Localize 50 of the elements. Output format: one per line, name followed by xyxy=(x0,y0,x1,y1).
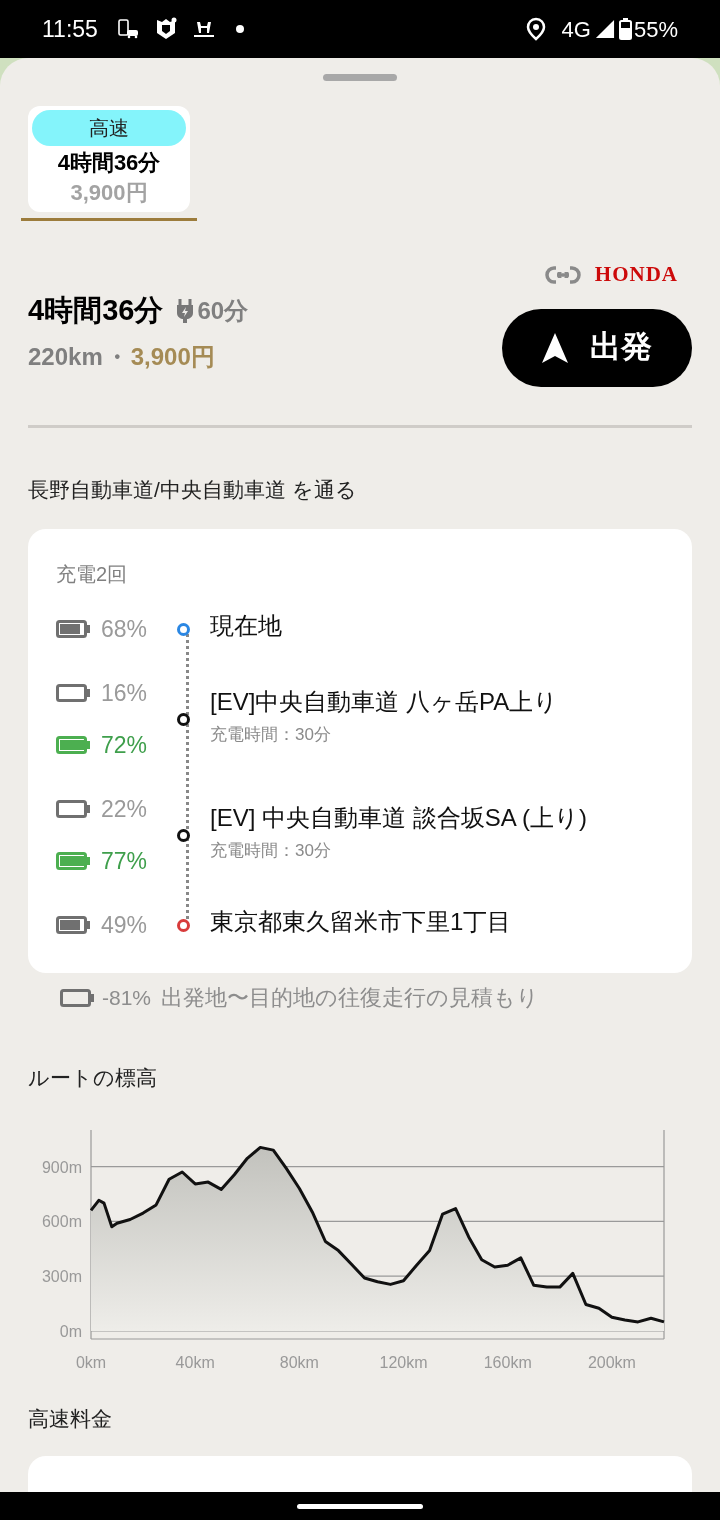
phone-car-icon xyxy=(115,17,140,41)
battery-percentage: 55% xyxy=(633,15,678,44)
brand-logo-text: HONDA xyxy=(594,261,678,288)
estimate-note: 出発地〜目的地の往復走行の見積もり xyxy=(161,984,540,1012)
link-icon xyxy=(544,264,581,285)
charging-duration: 充電時間：30分 xyxy=(210,840,332,863)
navigation-arrow-icon xyxy=(542,332,568,363)
section-heading: 高速料金 xyxy=(28,1405,113,1432)
stop-name[interactable]: 東京都東久留米市下里1丁目 xyxy=(210,904,512,940)
charging-time: 60分 xyxy=(197,295,249,326)
toll-price: 3,900円 xyxy=(130,341,215,372)
route-type-label: 高速 xyxy=(32,110,186,146)
route-price: 3,900円 xyxy=(70,179,148,207)
section-heading: 長野自動車道/中央自動車道 を通る xyxy=(28,476,358,503)
battery-percentage: -81% xyxy=(102,984,152,1011)
axis-tick-label: 160km xyxy=(483,1353,532,1371)
battery-percentage: 68% xyxy=(101,614,148,644)
axis-tick-label: 300m xyxy=(41,1267,82,1285)
network-type: 4G xyxy=(561,15,591,44)
start-button[interactable]: 出発 xyxy=(502,308,692,387)
stop-name[interactable]: [EV] 中央自動車道 談合坂SA (上り) xyxy=(210,800,588,837)
total-duration: 4時間36分 xyxy=(28,293,164,328)
location-pin-icon xyxy=(525,17,546,41)
battery-percentage: 16% xyxy=(101,678,148,708)
axis-tick-label: 600m xyxy=(41,1212,82,1230)
axis-tick-label: 0km xyxy=(75,1353,107,1371)
distance: 220km xyxy=(28,341,103,372)
battery-percentage: 77% xyxy=(101,846,148,876)
stop-name[interactable]: [EV]中央自動車道 八ヶ岳PA上り xyxy=(210,684,559,721)
battery-percentage: 49% xyxy=(101,910,148,940)
axis-tick-label: 0m xyxy=(59,1322,82,1340)
axis-tick-label: 120km xyxy=(379,1353,428,1371)
home-indicator[interactable] xyxy=(297,1503,423,1509)
plug-icon xyxy=(177,298,194,323)
signal-icon xyxy=(594,19,615,39)
axis-tick-label: 900m xyxy=(41,1158,82,1176)
charging-duration: 充電時間：30分 xyxy=(210,724,332,747)
route-duration: 4時間36分 xyxy=(57,149,161,177)
clock-time: 11:55 xyxy=(42,14,98,44)
battery-percentage: 22% xyxy=(101,794,148,824)
axis-tick-label: 200km xyxy=(587,1353,636,1371)
battery-icon xyxy=(618,18,632,40)
axis-tick-label: 40km xyxy=(175,1353,215,1371)
section-heading: ルートの標高 xyxy=(28,1065,158,1091)
stop-name[interactable]: 現在地 xyxy=(210,608,282,644)
drag-handle[interactable] xyxy=(323,74,397,81)
charge-count: 充電2回 xyxy=(56,562,129,587)
separator-dot: ・ xyxy=(104,341,129,372)
axis-tick-label: 80km xyxy=(279,1353,319,1371)
battery-percentage: 72% xyxy=(101,730,148,760)
